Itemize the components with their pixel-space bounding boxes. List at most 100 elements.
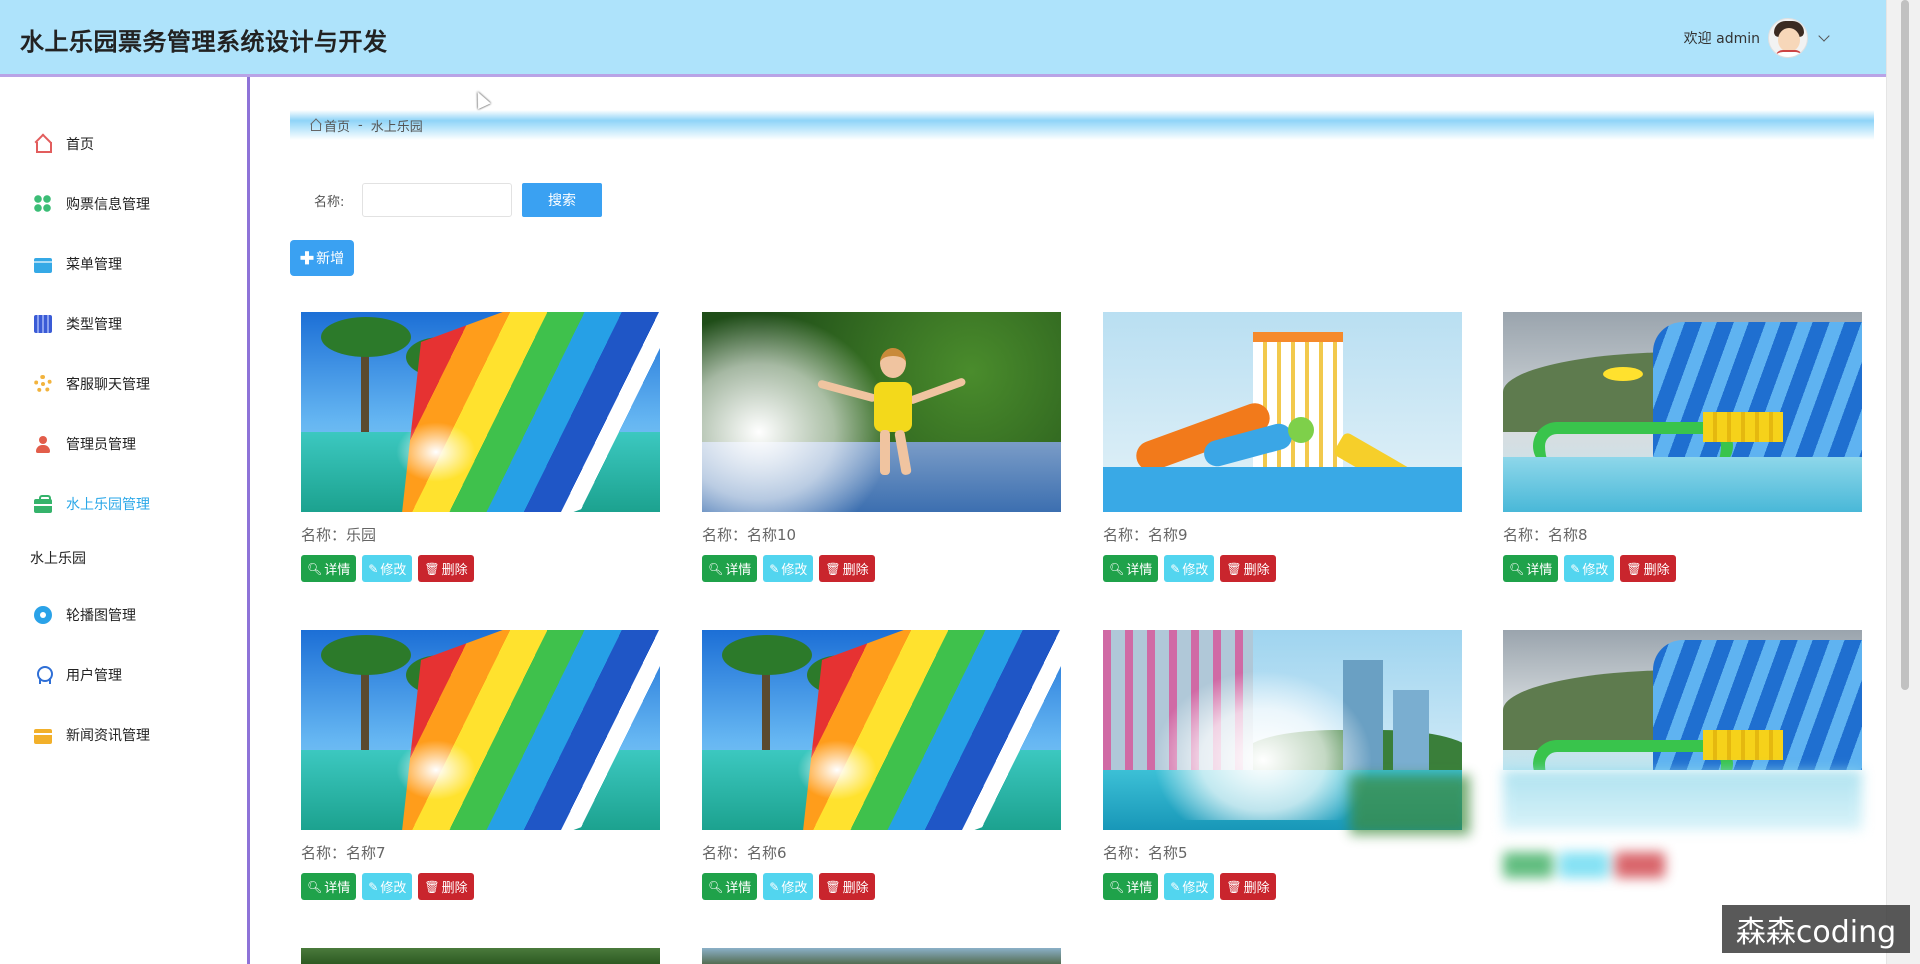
top-header: 水上乐园票务管理系统设计与开发 欢迎 admin xyxy=(0,0,1886,77)
park-image[interactable] xyxy=(1503,312,1862,512)
pencil-icon: ✎ xyxy=(1170,561,1181,576)
detail-button[interactable]: 🔍︎ 详情 xyxy=(301,555,357,582)
sidebar-item-type[interactable]: 类型管理 xyxy=(34,312,122,336)
sidebar-item-label: 用户管理 xyxy=(66,668,122,684)
trash-icon: 🗑︎ xyxy=(424,879,440,894)
park-card-name: 名称：名称9 xyxy=(1103,526,1188,544)
avatar[interactable] xyxy=(1768,18,1808,58)
sidebar-item-label: 菜单管理 xyxy=(66,257,122,273)
park-card: 名称：名称9 🔍︎ 详情 ✎ 修改 🗑︎ 删除 xyxy=(1103,312,1462,582)
park-image[interactable] xyxy=(702,312,1061,512)
detail-button[interactable]: 🔍︎ 详情 xyxy=(702,555,758,582)
detail-button[interactable]: 🔍︎ 详情 xyxy=(1103,873,1159,900)
edit-button[interactable]: ✎ 修改 xyxy=(1164,555,1215,582)
park-card: 名称：名称8 🔍︎ 详情 ✎ 修改 🗑︎ 删除 xyxy=(1503,312,1862,582)
delete-button[interactable]: 🗑︎ 删除 xyxy=(819,555,875,582)
park-card-name: 名称：名称8 xyxy=(1503,526,1588,544)
sidebar-item-news[interactable]: 新闻资讯管理 xyxy=(34,723,150,747)
sidebar-item-ticket-info[interactable]: 购票信息管理 xyxy=(34,192,150,216)
sidebar-item-label: 管理员管理 xyxy=(66,437,136,453)
trash-icon: 🗑︎ xyxy=(825,561,841,576)
search-icon: 🔍︎ xyxy=(1109,561,1125,576)
pencil-icon: ✎ xyxy=(1570,561,1581,576)
sidebar-item-home[interactable]: 首页 xyxy=(34,132,94,156)
park-image[interactable] xyxy=(301,948,660,964)
detail-button[interactable]: 🔍︎ 详情 xyxy=(702,873,758,900)
search-icon: 🔍︎ xyxy=(1509,561,1525,576)
edit-button[interactable]: ✎ 修改 xyxy=(763,555,814,582)
trash-icon: 🗑︎ xyxy=(1226,879,1242,894)
breadcrumb-home[interactable]: 首页 xyxy=(324,116,350,135)
carousel-icon xyxy=(34,606,52,624)
delete-button[interactable]: 🗑︎ 删除 xyxy=(819,873,875,900)
sidebar-item-label: 轮播图管理 xyxy=(66,608,136,624)
park-card: 名称：乐园 🔍︎ 详情 ✎ 修改 🗑︎ 删除 xyxy=(301,312,660,582)
park-card-name: 名称：名称6 xyxy=(702,844,787,862)
gear-icon xyxy=(34,375,52,393)
sidebar-item-users[interactable]: 用户管理 xyxy=(34,663,122,687)
delete-button[interactable]: 🗑︎ 删除 xyxy=(1220,555,1276,582)
search-icon: 🔍︎ xyxy=(708,561,724,576)
mouse-cursor-icon xyxy=(471,88,491,110)
trash-icon: 🗑︎ xyxy=(424,561,440,576)
park-image[interactable] xyxy=(301,630,660,830)
park-card xyxy=(702,948,1061,964)
sidebar-item-menu[interactable]: 菜单管理 xyxy=(34,252,122,276)
edit-button[interactable]: ✎ 修改 xyxy=(1164,873,1215,900)
pencil-icon: ✎ xyxy=(368,561,379,576)
delete-button[interactable]: 🗑︎ 删除 xyxy=(418,555,474,582)
pencil-icon: ✎ xyxy=(368,879,379,894)
sidebar: 首页 购票信息管理 菜单管理 类型管理 客服聊天管理 管理员管理 水上乐园管理 … xyxy=(0,77,250,964)
sidebar-item-admin[interactable]: 管理员管理 xyxy=(34,432,136,456)
app-title: 水上乐园票务管理系统设计与开发 xyxy=(20,28,388,56)
delete-button[interactable]: 🗑︎ 删除 xyxy=(418,873,474,900)
trash-icon: 🗑︎ xyxy=(1226,561,1242,576)
park-card: 名称：名称6 🔍︎ 详情 ✎ 修改 🗑︎ 删除 xyxy=(702,630,1061,900)
breadcrumb: 首页 - 水上乐园 xyxy=(290,110,1874,140)
park-card: 名称：名称7 🔍︎ 详情 ✎ 修改 🗑︎ 删除 xyxy=(301,630,660,900)
scrollbar-thumb[interactable] xyxy=(1901,0,1909,690)
detail-button[interactable]: 🔍︎ 详情 xyxy=(301,873,357,900)
search-icon: 🔍︎ xyxy=(1109,879,1125,894)
delete-button[interactable]: 🗑︎ 删除 xyxy=(1220,873,1276,900)
card-icon xyxy=(34,257,52,273)
detail-button[interactable]: 🔍︎ 详情 xyxy=(1103,555,1159,582)
park-image[interactable] xyxy=(1503,630,1862,770)
pencil-icon: ✎ xyxy=(769,879,780,894)
add-button[interactable]: ✚ 新增 xyxy=(290,240,354,276)
add-button-label: 新增 xyxy=(316,250,345,266)
detail-button[interactable]: 🔍︎ 详情 xyxy=(1503,555,1559,582)
sidebar-item-carousel[interactable]: 轮播图管理 xyxy=(34,603,136,627)
edit-button[interactable]: ✎ 修改 xyxy=(1564,555,1615,582)
sidebar-item-chat[interactable]: 客服聊天管理 xyxy=(34,372,150,396)
blurred-overlay xyxy=(1350,775,1470,835)
sidebar-group-waterpark[interactable]: 水上乐园 xyxy=(30,548,86,568)
page-scrollbar[interactable] xyxy=(1886,0,1920,964)
search-icon: 🔍︎ xyxy=(307,561,323,576)
search-label: 名称: xyxy=(314,195,345,210)
edit-button[interactable]: ✎ 修改 xyxy=(362,555,413,582)
sidebar-item-waterpark[interactable]: 水上乐园管理 xyxy=(34,492,150,516)
edit-button[interactable]: ✎ 修改 xyxy=(763,873,814,900)
search-icon: 🔍︎ xyxy=(708,879,724,894)
park-card xyxy=(1503,630,1862,890)
park-card: 名称：名称10 🔍︎ 详情 ✎ 修改 🗑︎ 删除 xyxy=(702,312,1061,582)
park-image[interactable] xyxy=(702,630,1061,830)
breadcrumb-separator: - xyxy=(358,117,363,133)
search-button[interactable]: 搜索 xyxy=(522,183,602,217)
search-input[interactable] xyxy=(362,183,512,217)
user-menu[interactable]: 欢迎 admin xyxy=(1684,18,1830,58)
park-image[interactable] xyxy=(301,312,660,512)
trash-icon: 🗑︎ xyxy=(825,879,841,894)
news-icon xyxy=(34,728,52,744)
chevron-down-icon[interactable] xyxy=(1818,30,1830,42)
home-icon xyxy=(34,135,52,153)
trash-icon: 🗑︎ xyxy=(1626,561,1642,576)
park-image[interactable] xyxy=(702,948,1061,964)
sidebar-item-label: 水上乐园管理 xyxy=(66,497,150,513)
sidebar-item-label: 首页 xyxy=(66,137,94,153)
edit-button[interactable]: ✎ 修改 xyxy=(362,873,413,900)
park-image[interactable] xyxy=(1103,312,1462,512)
delete-button[interactable]: 🗑︎ 删除 xyxy=(1620,555,1676,582)
park-card-name: 名称：名称7 xyxy=(301,844,386,862)
